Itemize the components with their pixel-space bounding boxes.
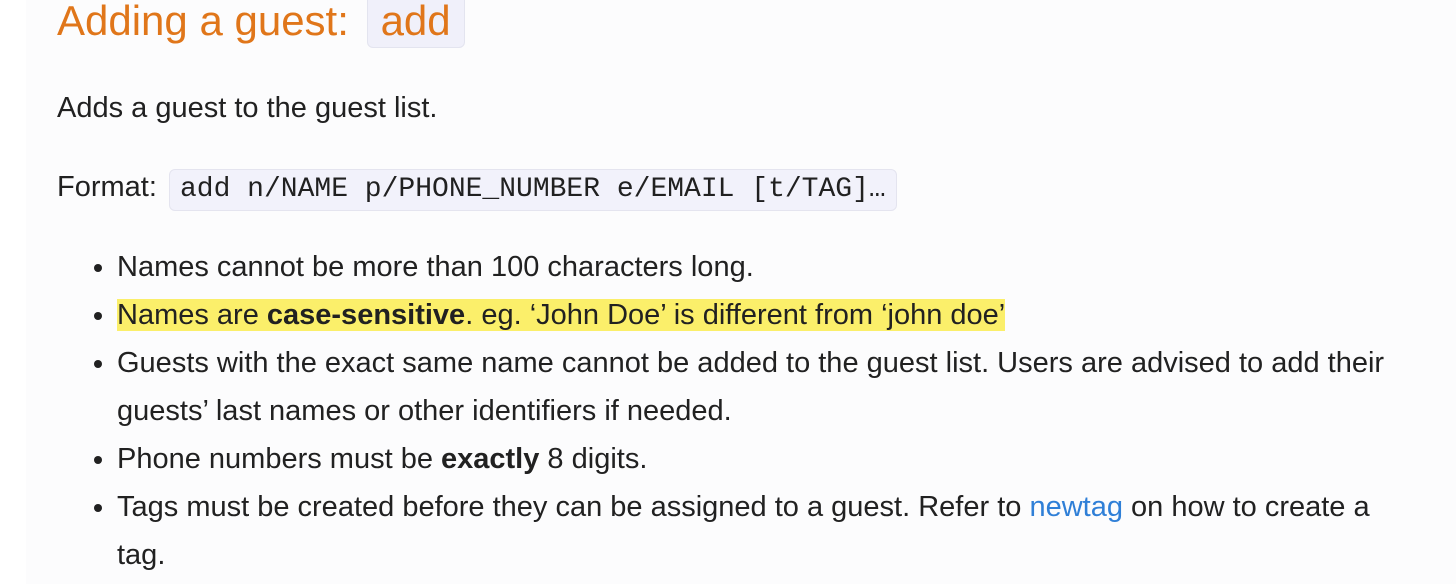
emphasis: case-sensitive [266,299,466,331]
rule-duplicate-names: Guests with the exact same name cannot b… [117,339,1417,435]
rule-text: 8 digits. [539,443,648,475]
rule-text: Guests with the exact same name cannot b… [117,347,1385,427]
format-label: Format: [57,171,157,203]
rule-tags: Tags must be created before they can be … [117,483,1417,579]
heading-command-code: add [366,0,465,48]
section-heading: Adding a guest: add [57,0,465,48]
rule-case-sensitive: Names are case-sensitive. eg. ‘John Doe’… [117,291,1417,339]
rule-text: Names are [117,299,267,331]
format-code: add n/NAME p/PHONE_NUMBER e/EMAIL [t/TAG… [168,169,897,211]
format-line: Format: add n/NAME p/PHONE_NUMBER e/EMAI… [57,167,897,211]
rule-name-length: Names cannot be more than 100 characters… [117,243,1417,291]
content-area: Adding a guest: add Adds a guest to the … [26,0,1456,584]
rule-text: Names cannot be more than 100 characters… [117,251,754,283]
rule-phone-digits: Phone numbers must be exactly 8 digits. [117,435,1417,483]
command-description: Adds a guest to the guest list. [57,92,438,124]
emphasis: exactly [441,443,540,475]
rules-list: Names cannot be more than 100 characters… [70,243,1417,579]
highlighted-note: Names are case-sensitive. eg. ‘John Doe’… [117,299,1006,331]
heading-text: Adding a guest: [57,0,349,44]
rule-text: . eg. ‘John Doe’ is different from ‘john… [465,299,1006,331]
rule-text: Phone numbers must be [117,443,442,475]
newtag-link[interactable]: newtag [1029,491,1123,523]
rule-text: Tags must be created before they can be … [117,491,1030,523]
